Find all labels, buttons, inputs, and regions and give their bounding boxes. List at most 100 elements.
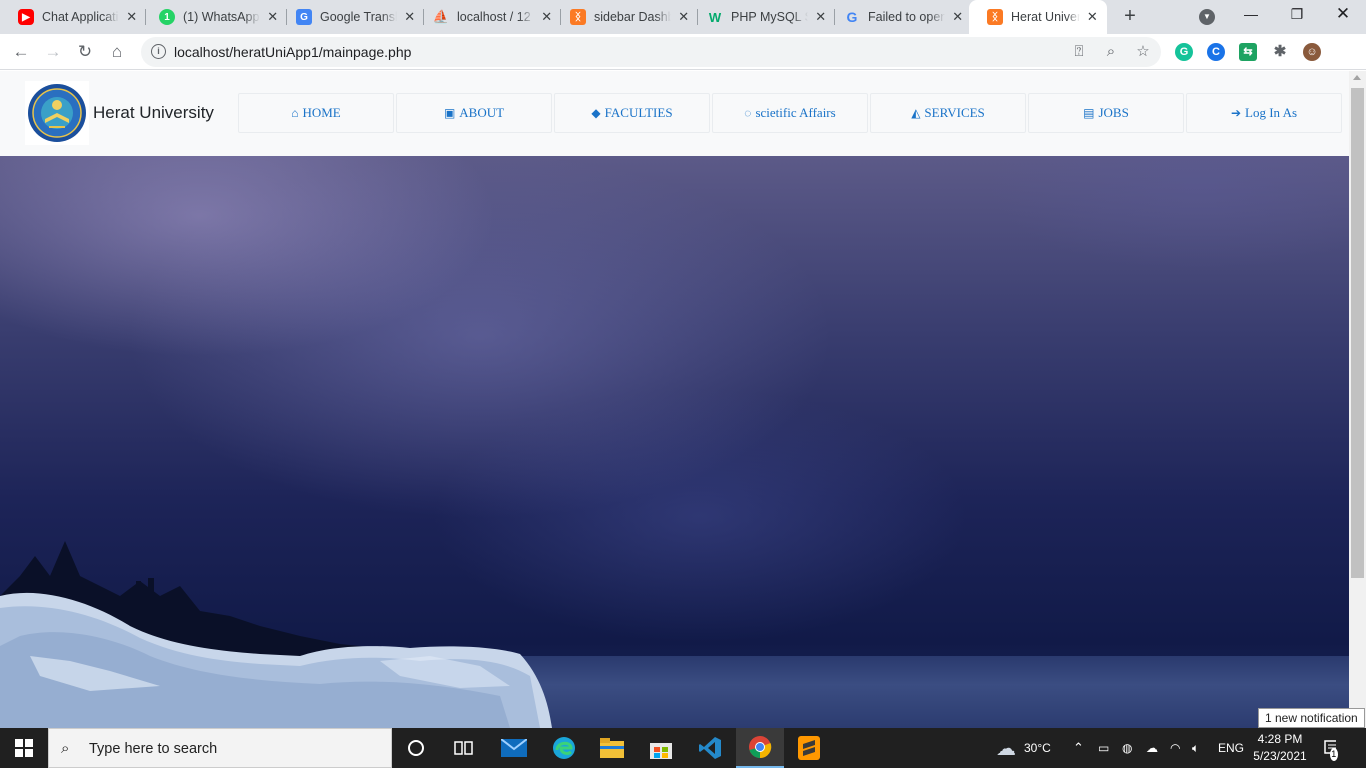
profile-avatar[interactable]: ☺: [1303, 43, 1321, 61]
windows-logo-icon: [15, 739, 33, 757]
menu-item-home[interactable]: ⌂ HOME: [238, 93, 394, 133]
vscode-icon[interactable]: [686, 728, 734, 768]
tab-title: Herat Univers: [1011, 10, 1080, 24]
site-navbar: Herat University ⌂ HOME ▣ ABOUT ◆ FACULT…: [0, 71, 1349, 156]
close-icon[interactable]: ✕: [1086, 9, 1099, 25]
extension-icon[interactable]: C: [1207, 43, 1225, 61]
notification-toast[interactable]: 1 new notification: [1258, 708, 1365, 728]
clock-time: 4:28 PM: [1257, 732, 1303, 746]
puzzle-extensions-icon[interactable]: ✱: [1271, 43, 1289, 61]
language-indicator[interactable]: ENG: [1218, 728, 1244, 768]
university-logo[interactable]: [25, 81, 89, 145]
mail-envelope-icon: [501, 739, 527, 757]
search-placeholder: Type here to search: [89, 741, 218, 757]
wifi-icon[interactable]: ◠: [1170, 728, 1180, 768]
translate-icon[interactable]: ⍰: [1070, 43, 1088, 61]
menu-label: scietific Affairs: [755, 105, 836, 120]
zoom-icon[interactable]: ⌕: [1102, 43, 1120, 61]
xampp-icon: ᛝ: [987, 9, 1003, 25]
menu-item-jobs[interactable]: ▤ JOBS: [1028, 93, 1184, 133]
store-icon[interactable]: [637, 728, 685, 768]
site-brand-name[interactable]: Herat University: [93, 103, 214, 123]
scroll-up-icon[interactable]: [1353, 75, 1361, 80]
action-center-icon[interactable]: 1: [1324, 728, 1344, 768]
browser-toolbar: ← → ↻ ⌂ i localhost/heratUniApp1/mainpag…: [0, 34, 1366, 70]
page-scrollbar[interactable]: [1349, 71, 1366, 728]
tab-title: (1) WhatsApp: [183, 10, 260, 24]
sublime-text-icon[interactable]: [785, 728, 833, 768]
vscode-logo-icon: [699, 737, 721, 759]
weather-widget[interactable]: ☁ 30°C: [996, 728, 1051, 768]
screen-share-extension-icon[interactable]: ⇆: [1239, 43, 1257, 61]
browser-tab[interactable]: W PHP MySQL S ✕: [689, 0, 835, 34]
tray-chevron-icon[interactable]: ⌃: [1073, 728, 1084, 768]
tab-title: Chat Applicati: [42, 10, 119, 24]
mail-app-icon[interactable]: [490, 728, 538, 768]
edge-browser-icon[interactable]: [540, 728, 588, 768]
university-seal-icon: [28, 84, 86, 142]
menu-item-scientific-affairs[interactable]: ◌ scietific Affairs: [712, 93, 868, 133]
id-card-icon: ▣: [443, 105, 456, 120]
menu-label: FACULTIES: [604, 105, 673, 120]
cortana-icon[interactable]: [392, 728, 440, 768]
google-icon: G: [846, 9, 858, 25]
scrollbar-thumb[interactable]: [1351, 88, 1364, 578]
w3schools-icon: W: [708, 9, 722, 25]
site-info-icon[interactable]: i: [151, 44, 166, 59]
restore-button[interactable]: ❐: [1274, 0, 1320, 30]
close-window-button[interactable]: ✕: [1320, 0, 1366, 30]
system-clock[interactable]: 4:28 PM 5/23/2021: [1250, 731, 1310, 765]
browser-tab[interactable]: ⛵ localhost / 12 ✕: [415, 0, 561, 34]
new-tab-button[interactable]: +: [1119, 5, 1141, 27]
browser-tab[interactable]: 1 (1) WhatsApp ✕: [141, 0, 287, 34]
cortana-circle-icon: [408, 740, 424, 756]
tab-title: Google Transl: [320, 10, 398, 24]
volume-icon[interactable]: 🔈︎: [1192, 728, 1199, 768]
youtube-icon: ▶: [18, 9, 34, 25]
menu-item-login[interactable]: ➔ Log In As: [1186, 93, 1342, 133]
menu-item-about[interactable]: ▣ ABOUT: [396, 93, 552, 133]
back-button[interactable]: ←: [9, 40, 33, 64]
menu-item-services[interactable]: ◭ SERVICES: [870, 93, 1026, 133]
cloud-sync-icon[interactable]: ☁: [1146, 728, 1158, 768]
hero-landscape: [0, 541, 552, 728]
sublime-logo-icon: [798, 736, 820, 760]
forward-button[interactable]: →: [41, 40, 65, 64]
chrome-logo-icon: [749, 736, 772, 759]
browser-tab[interactable]: G Google Transl ✕: [278, 0, 424, 34]
home-button[interactable]: ⌂: [105, 40, 129, 64]
camera-icon[interactable]: ◍: [1122, 728, 1132, 768]
menu-item-faculties[interactable]: ◆ FACULTIES: [554, 93, 710, 133]
address-bar[interactable]: i localhost/heratUniApp1/mainpage.php ⍰ …: [141, 37, 1161, 67]
tab-title: Failed to open: [868, 10, 946, 24]
close-icon[interactable]: ✕: [951, 9, 964, 25]
minimize-button[interactable]: —: [1228, 0, 1274, 30]
browser-tab[interactable]: ▶ Chat Applicati ✕: [0, 0, 146, 34]
google-translate-icon: G: [296, 9, 312, 25]
task-view-glyph-icon: [454, 741, 473, 755]
menu-label: SERVICES: [924, 105, 985, 120]
menu-label: HOME: [302, 105, 341, 120]
battery-icon[interactable]: ▭: [1098, 728, 1109, 768]
reload-button[interactable]: ↻: [73, 40, 97, 64]
clock-date: 5/23/2021: [1253, 749, 1307, 763]
start-button[interactable]: [0, 728, 48, 768]
browser-tab[interactable]: G Failed to open ✕: [826, 0, 972, 34]
file-explorer-icon[interactable]: [588, 728, 636, 768]
taskbar-search-box[interactable]: ⌕ Type here to search: [48, 728, 392, 768]
grammarly-extension-icon[interactable]: G: [1175, 43, 1193, 61]
chrome-taskbar-icon[interactable]: [736, 728, 784, 768]
browser-tab-strip: ▶ Chat Applicati ✕ 1 (1) WhatsApp ✕ G Go…: [0, 0, 1366, 34]
bookmark-star-icon[interactable]: ☆: [1134, 43, 1152, 61]
weather-temperature: 30°C: [1024, 741, 1051, 755]
url-text[interactable]: localhost/heratUniApp1/mainpage.php: [174, 44, 411, 60]
browser-tab[interactable]: ᛝ sidebar Dashb ✕: [552, 0, 698, 34]
browser-tab-active[interactable]: ᛝ Herat Univers ✕: [969, 0, 1107, 34]
whatsapp-icon: 1: [159, 9, 175, 25]
close-icon[interactable]: ✕: [125, 9, 138, 25]
tab-title: PHP MySQL S: [731, 10, 809, 24]
edge-logo-icon: [553, 737, 575, 759]
task-view-icon[interactable]: [440, 728, 488, 768]
shopping-bag-icon: [650, 743, 672, 759]
tab-search-icon[interactable]: ▼: [1199, 9, 1215, 25]
